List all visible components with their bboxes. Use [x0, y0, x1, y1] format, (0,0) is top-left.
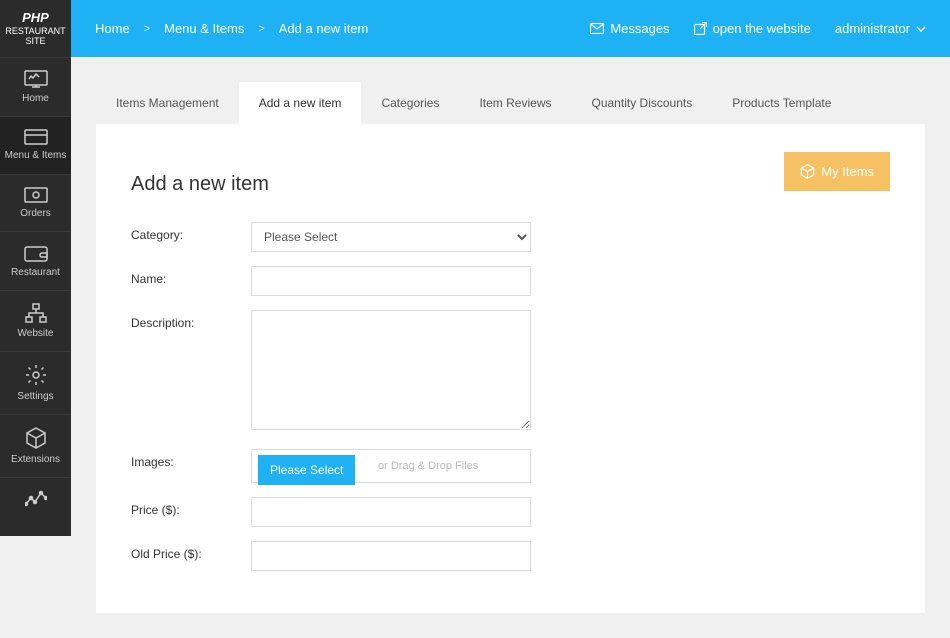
- category-label: Category:: [131, 222, 251, 242]
- graph-icon: [25, 490, 47, 508]
- tab-item-reviews[interactable]: Item Reviews: [459, 82, 571, 124]
- row-images: Images: Please Select or Drag & Drop Fil…: [131, 449, 890, 483]
- money-icon: [24, 187, 48, 203]
- sidebar-item-label: Extensions: [11, 454, 60, 465]
- breadcrumb-current: Add a new item: [279, 21, 369, 36]
- logo-line1: RESTAURANT: [5, 26, 66, 37]
- sidebar-item-analytics[interactable]: [0, 477, 71, 513]
- header-right: Messages open the website administrator: [590, 21, 926, 36]
- sidebar-item-menu[interactable]: Menu & Items: [0, 116, 71, 174]
- tab-items-management[interactable]: Items Management: [96, 82, 239, 124]
- row-old-price: Old Price ($):: [131, 541, 890, 571]
- description-textarea[interactable]: [251, 310, 531, 430]
- sidebar: PHP RESTAURANT SITE Home Menu & Items Or…: [0, 0, 71, 536]
- gear-icon: [25, 364, 47, 386]
- upload-dropzone[interactable]: Please Select or Drag & Drop Files: [251, 449, 531, 483]
- card-icon: [24, 129, 48, 145]
- my-items-label: My Items: [821, 164, 874, 179]
- price-input[interactable]: [251, 497, 531, 527]
- breadcrumb-sep: >: [258, 23, 264, 35]
- content: Items Management Add a new item Categori…: [71, 0, 950, 638]
- tab-add-new-item[interactable]: Add a new item: [239, 82, 362, 124]
- old-price-label: Old Price ($):: [131, 541, 251, 561]
- panel: My Items Add a new item Category: Please…: [96, 124, 925, 613]
- header: Home > Menu & Items > Add a new item Mes…: [71, 0, 950, 57]
- sidebar-item-home[interactable]: Home: [0, 57, 71, 116]
- messages-label: Messages: [610, 21, 669, 36]
- tab-categories[interactable]: Categories: [361, 82, 459, 124]
- sidebar-item-website[interactable]: Website: [0, 290, 71, 351]
- row-name: Name:: [131, 266, 890, 296]
- images-label: Images:: [131, 449, 251, 469]
- sidebar-item-label: Restaurant: [11, 267, 60, 278]
- logo: PHP RESTAURANT SITE: [0, 0, 71, 57]
- tab-quantity-discounts[interactable]: Quantity Discounts: [572, 82, 713, 124]
- sidebar-item-orders[interactable]: Orders: [0, 174, 71, 231]
- wallet-icon: [24, 244, 48, 262]
- upload-hint: or Drag & Drop Files: [378, 460, 478, 472]
- user-menu[interactable]: administrator: [835, 21, 926, 36]
- external-icon: [694, 22, 707, 35]
- row-price: Price ($):: [131, 497, 890, 527]
- page-wrap: Items Management Add a new item Categori…: [71, 57, 950, 638]
- breadcrumb-home[interactable]: Home: [95, 21, 130, 36]
- row-category: Category: Please Select: [131, 222, 890, 252]
- sidebar-item-label: Menu & Items: [5, 150, 67, 162]
- row-description: Description:: [131, 310, 890, 435]
- sidebar-item-settings[interactable]: Settings: [0, 351, 71, 414]
- mail-icon: [590, 23, 604, 34]
- user-label: administrator: [835, 21, 910, 36]
- monitor-icon: [24, 70, 48, 88]
- cube-icon: [800, 164, 815, 179]
- sidebar-item-restaurant[interactable]: Restaurant: [0, 231, 71, 290]
- description-label: Description:: [131, 310, 251, 330]
- chevron-down-icon: [916, 26, 926, 32]
- sitemap-icon: [25, 303, 47, 323]
- old-price-input[interactable]: [251, 541, 531, 571]
- tab-products-template[interactable]: Products Template: [712, 82, 851, 124]
- logo-line2: SITE: [5, 36, 66, 47]
- name-label: Name:: [131, 266, 251, 286]
- breadcrumb-section[interactable]: Menu & Items: [164, 21, 244, 36]
- open-website-link[interactable]: open the website: [694, 21, 811, 36]
- breadcrumb: Home > Menu & Items > Add a new item: [95, 21, 368, 36]
- sidebar-item-label: Settings: [17, 391, 53, 402]
- page-title: Add a new item: [131, 173, 890, 196]
- cube-icon: [25, 427, 47, 449]
- tabs: Items Management Add a new item Categori…: [96, 82, 925, 124]
- sidebar-item-label: Website: [18, 328, 54, 339]
- price-label: Price ($):: [131, 497, 251, 517]
- messages-link[interactable]: Messages: [590, 21, 669, 36]
- breadcrumb-sep: >: [144, 23, 150, 35]
- sidebar-item-extensions[interactable]: Extensions: [0, 414, 71, 477]
- category-select[interactable]: Please Select: [251, 222, 531, 252]
- sidebar-item-label: Orders: [20, 208, 51, 219]
- my-items-button[interactable]: My Items: [784, 152, 890, 191]
- sidebar-item-label: Home: [22, 93, 49, 104]
- upload-select-button[interactable]: Please Select: [258, 455, 355, 485]
- open-website-label: open the website: [713, 21, 811, 36]
- name-input[interactable]: [251, 266, 531, 296]
- logo-brand: PHP: [5, 10, 66, 26]
